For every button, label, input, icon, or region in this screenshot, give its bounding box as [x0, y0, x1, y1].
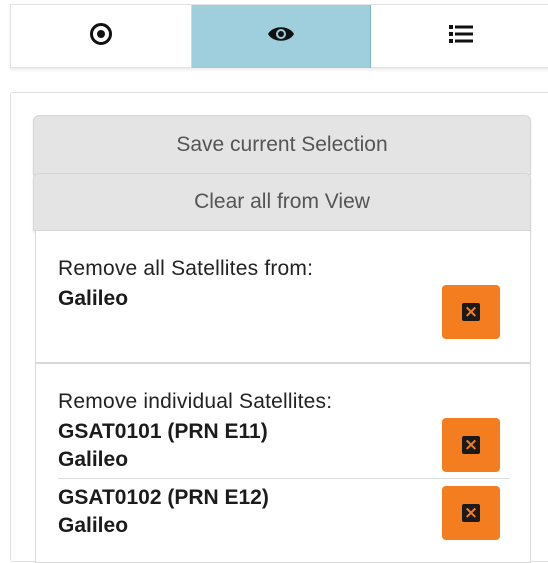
satellite-name: GSAT0101 (PRN E11) [58, 420, 268, 443]
tab-list[interactable] [371, 5, 548, 68]
satellite-name: GSAT0102 (PRN E12) [58, 486, 269, 509]
eye-icon [267, 24, 295, 49]
tab-target[interactable] [11, 5, 191, 68]
list-icon [449, 24, 473, 49]
tab-view[interactable] [191, 5, 371, 68]
view-panel: Save current Selection Clear all from Vi… [10, 92, 548, 563]
close-icon: × [462, 502, 480, 523]
remove-satellite-button[interactable]: × [442, 486, 500, 540]
remove-satellite-button[interactable]: × [442, 418, 500, 472]
remove-all-label: Remove all Satellites from: [58, 257, 314, 280]
remove-all-card: Remove all Satellites from: Galileo × [35, 231, 531, 363]
remove-all-constellation: Galileo [58, 287, 129, 310]
remove-individual-label: Remove individual Satellites: [58, 390, 333, 413]
divider [58, 478, 510, 479]
satellite-constellation: Galileo [58, 514, 129, 537]
close-icon: × [462, 301, 480, 322]
target-icon [89, 22, 113, 51]
close-icon: × [462, 434, 480, 455]
save-selection-button[interactable]: Save current Selection [33, 115, 531, 175]
tab-bar [10, 4, 548, 68]
remove-all-button[interactable]: × [442, 285, 500, 339]
remove-individual-card: Remove individual Satellites: GSAT0101 (… [35, 363, 531, 563]
clear-view-button[interactable]: Clear all from View [33, 173, 531, 231]
satellite-constellation: Galileo [58, 448, 129, 471]
